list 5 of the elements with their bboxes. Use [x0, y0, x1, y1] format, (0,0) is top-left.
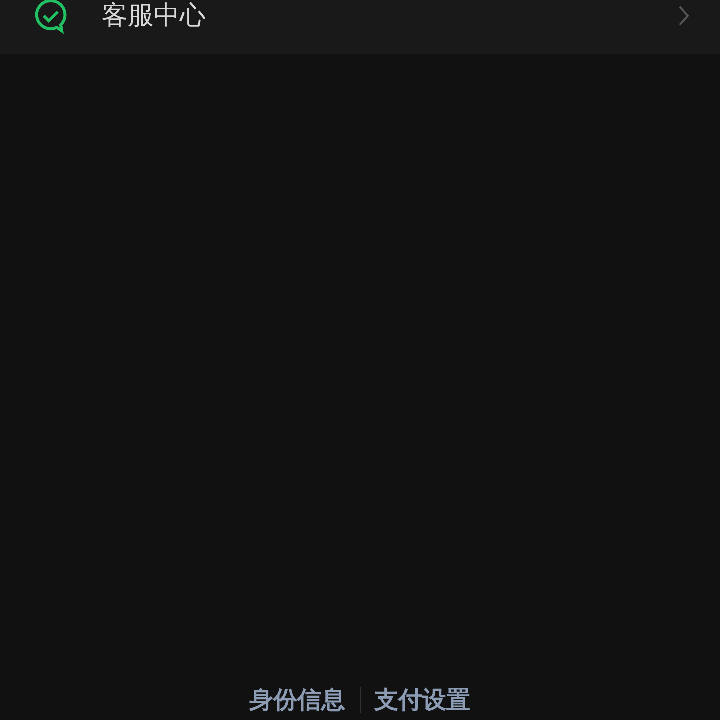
chevron-right-icon [678, 5, 690, 27]
menu-row[interactable]: 客服中心 [0, 0, 720, 54]
footer-link[interactable]: 支付设置 [360, 685, 484, 715]
footer-link[interactable]: 身份信息 [236, 685, 360, 715]
menu-label: 客服中心 [102, 0, 207, 32]
